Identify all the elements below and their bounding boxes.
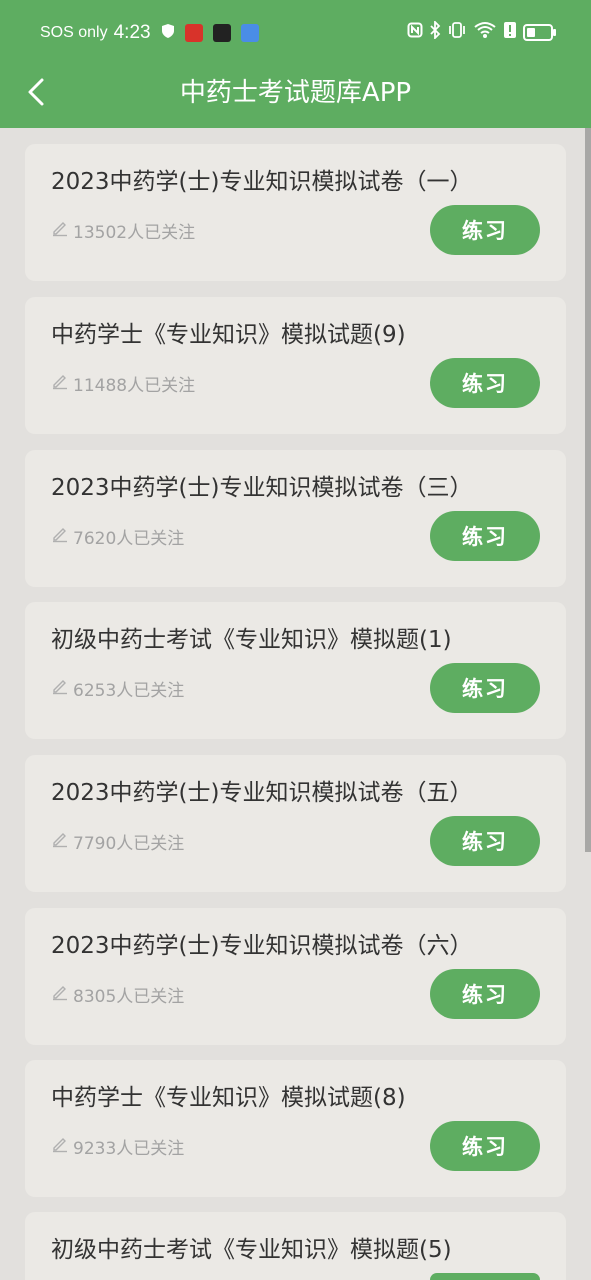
pencil-icon [51,525,69,548]
list-item[interactable]: 2023中药学(士)专业知识模拟试卷（五） 7790人已关注 练习 [25,755,566,892]
list-item[interactable]: 初级中药士考试《专业知识》模拟题(1) 6253人已关注 练习 [25,602,566,739]
list-item[interactable]: 中药学士《专业知识》模拟试题(9) 11488人已关注 练习 [25,297,566,434]
battery-icon [523,23,556,41]
followers-count: 7620人已关注 [73,529,185,549]
bluetooth-icon [429,19,441,43]
pencil-icon [51,1135,69,1158]
item-title: 初级中药士考试《专业知识》模拟题(1) [51,627,452,653]
shield-icon [161,23,175,44]
item-title: 初级中药士考试《专业知识》模拟题(5) [51,1237,452,1263]
followers-count: 8305人已关注 [73,987,185,1007]
item-title: 2023中药学(士)专业知识模拟试卷（三） [51,475,473,501]
scrollbar[interactable] [585,128,591,852]
practice-button[interactable]: 练习 [430,816,540,866]
app-header: SOS only 4:23 中药士考试题库APP [0,0,591,128]
item-meta: 13502人已关注 [51,218,195,243]
app-notification-icon [212,24,231,42]
item-meta: 7790人已关注 [51,829,184,854]
list-item[interactable]: 2023中药学(士)专业知识模拟试卷（六） 8305人已关注 练习 [25,908,566,1045]
status-bar: SOS only 4:23 [0,0,591,64]
app-notification-icon [240,24,259,42]
item-title: 2023中药学(士)专业知识模拟试卷（一） [51,169,473,195]
carrier-text: SOS only [40,24,108,41]
practice-button[interactable]: 练习 [430,205,540,255]
item-meta: 8305人已关注 [51,982,184,1007]
item-title: 2023中药学(士)专业知识模拟试卷（五） [51,780,473,806]
page-title: 中药士考试题库APP [179,78,412,108]
practice-button[interactable]: 练习 [430,663,540,713]
item-meta: 6253人已关注 [51,676,184,701]
practice-button[interactable]: 练习 [430,358,540,408]
item-meta: 11488人已关注 [51,371,195,396]
pencil-icon [51,372,69,395]
list-item[interactable]: 2023中药学(士)专业知识模拟试卷（一） 13502人已关注 练习 [25,144,566,281]
item-title: 中药学士《专业知识》模拟试题(9) [51,322,406,348]
item-meta: 9233人已关注 [51,1134,184,1159]
pencil-icon [51,219,69,242]
status-left: SOS only 4:23 [40,22,259,44]
app-notification-icon [184,24,203,42]
vibrate-icon [447,21,467,43]
practice-button[interactable]: 练习 [430,511,540,561]
list-item[interactable]: 中药学士《专业知识》模拟试题(8) 9233人已关注 练习 [25,1060,566,1197]
practice-button[interactable]: 练习 [430,1121,540,1171]
pencil-icon [51,677,69,700]
item-meta: 7620人已关注 [51,524,184,549]
followers-count: 6253人已关注 [73,681,185,701]
item-title: 2023中药学(士)专业知识模拟试卷（六） [51,933,473,959]
followers-count: 9233人已关注 [73,1139,185,1159]
clock-text: 4:23 [113,22,151,43]
nfc-icon [407,22,423,42]
wifi-icon [473,21,497,43]
pencil-icon [51,830,69,853]
followers-count: 7790人已关注 [73,834,185,854]
status-right [407,19,556,43]
practice-button[interactable]: 练习 [430,969,540,1019]
pencil-icon [51,983,69,1006]
list-item[interactable]: 初级中药士考试《专业知识》模拟题(5) [25,1212,566,1280]
followers-count: 13502人已关注 [73,223,196,243]
item-title: 中药学士《专业知识》模拟试题(8) [51,1085,406,1111]
alert-icon [503,21,517,43]
list-item[interactable]: 2023中药学(士)专业知识模拟试卷（三） 7620人已关注 练习 [25,450,566,587]
followers-count: 11488人已关注 [73,376,196,396]
practice-button[interactable] [430,1273,540,1280]
